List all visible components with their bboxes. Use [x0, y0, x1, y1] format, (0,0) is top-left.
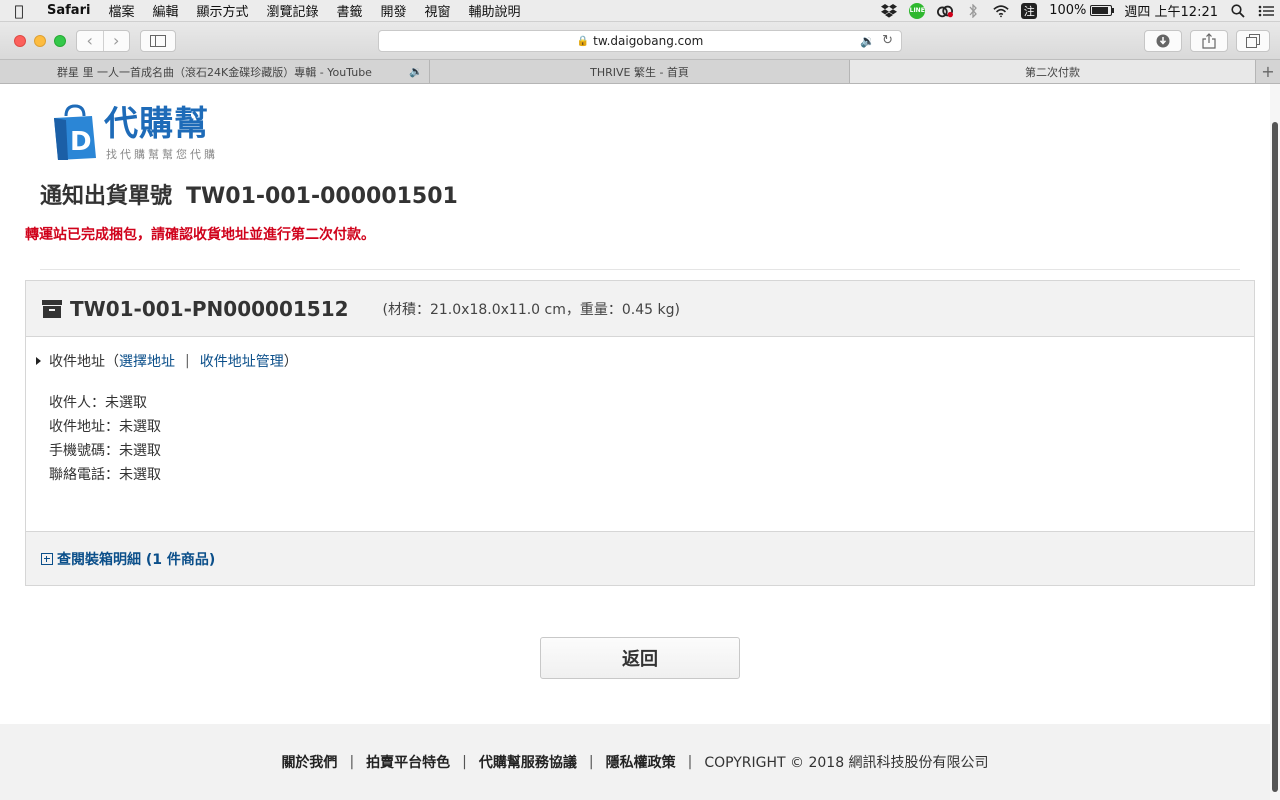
tab-youtube[interactable]: 群星 里 一人一首成名曲（滾石24K金碟珍藏版）專輯 - YouTube 🔉: [0, 60, 430, 83]
window-fullscreen-button[interactable]: [54, 35, 66, 47]
back-button[interactable]: 返回: [540, 637, 740, 679]
order-number: TW01-001-000001501: [186, 184, 458, 209]
sidebar-toggle-button[interactable]: [140, 30, 176, 52]
address-label-close: ）: [283, 354, 298, 370]
link-separator: |: [185, 353, 190, 369]
package-dimensions: (材積：21.0x18.0x11.0 cm，重量：0.45 kg): [382, 301, 680, 318]
tab-title: THRIVE 繁生 - 首頁: [590, 65, 689, 79]
menu-view[interactable]: 顯示方式: [187, 1, 257, 20]
battery-fill: [1092, 7, 1109, 14]
divider: [40, 269, 1240, 270]
menu-bookmarks[interactable]: 書籤: [328, 1, 372, 20]
tabs-overview-icon: [1246, 34, 1260, 48]
address-label: 收件地址（: [49, 354, 119, 370]
footer-separator: |: [349, 754, 355, 770]
window-close-button[interactable]: [14, 35, 26, 47]
downloads-button[interactable]: [1144, 30, 1182, 52]
shipping-address-toggle[interactable]: 收件地址（ 選擇地址 | 收件地址管理 ）: [36, 351, 298, 371]
creative-cloud-icon[interactable]: [937, 4, 954, 18]
page-scrollbar[interactable]: [1270, 84, 1280, 800]
back-nav-icon[interactable]: ‹: [77, 31, 104, 51]
site-footer: 關於我們 | 拍賣平台特色 | 代購幫服務協議 | 隱私權政策 | COPYRI…: [0, 724, 1270, 800]
title-label: 通知出貨單號: [40, 184, 173, 209]
spotlight-search-icon[interactable]: [1230, 3, 1246, 18]
nav-buttons: ‹ ›: [76, 30, 130, 52]
address-fields: 收件人：未選取 收件地址：未選取 手機號碼：未選取 聯絡電話：未選取: [49, 391, 161, 487]
page-title: 通知出貨單號 TW01-001-000001501: [40, 178, 458, 210]
site-logo[interactable]: D 代購幫 找代購幫幫您代購: [52, 100, 232, 162]
new-tab-button[interactable]: +: [1256, 60, 1280, 83]
package-panel: TW01-001-PN000001512 (材積：21.0x18.0x11.0 …: [25, 280, 1255, 586]
footer-link-about[interactable]: 關於我們: [281, 752, 337, 772]
menu-file[interactable]: 檔案: [99, 1, 143, 20]
address-bar[interactable]: 🔒 tw.daigobang.com 🔉 ↻: [378, 30, 902, 52]
macos-menubar:  Safari 檔案 編輯 顯示方式 瀏覽記錄 書籤 開發 視窗 輔助說明 L…: [0, 0, 1280, 22]
logo-name: 代購幫: [104, 104, 209, 144]
address-field: 收件地址：未選取: [49, 419, 161, 435]
audio-playing-icon[interactable]: 🔉: [860, 34, 875, 48]
packing-detail-link[interactable]: 查閱裝箱明細 (1 件商品): [57, 549, 215, 569]
line-app-icon[interactable]: LINE: [909, 2, 926, 19]
menu-edit[interactable]: 編輯: [143, 1, 187, 20]
shopping-bag-logo-icon: D: [54, 104, 96, 160]
window-minimize-button[interactable]: [34, 35, 46, 47]
url-text: tw.daigobang.com: [593, 34, 704, 48]
window-controls: [14, 35, 74, 47]
notification-center-icon[interactable]: [1258, 4, 1274, 18]
download-icon: [1156, 34, 1170, 48]
footer-link-terms[interactable]: 代購幫服務協議: [479, 752, 577, 772]
tab-title: 群星 里 一人一首成名曲（滾石24K金碟珍藏版）專輯 - YouTube: [57, 65, 372, 79]
battery-percent: 100%: [1049, 3, 1087, 18]
footer-link-privacy[interactable]: 隱私權政策: [606, 752, 676, 772]
package-footer: 查閱裝箱明細 (1 件商品): [26, 531, 1254, 585]
tab-audio-icon[interactable]: 🔉: [409, 65, 423, 78]
bluetooth-icon[interactable]: [965, 3, 981, 18]
menu-develop[interactable]: 開發: [372, 1, 416, 20]
share-button[interactable]: [1190, 30, 1228, 52]
expand-plus-icon[interactable]: [41, 552, 53, 565]
wifi-icon[interactable]: [993, 4, 1009, 18]
logo-slogan: 找代購幫幫您代購: [106, 148, 218, 161]
footer-separator: |: [687, 754, 693, 770]
caret-right-icon: [36, 357, 41, 365]
package-number: TW01-001-PN000001512: [70, 296, 349, 321]
tab-second-payment[interactable]: 第二次付款: [850, 60, 1256, 83]
footer-link-features[interactable]: 拍賣平台特色: [366, 752, 450, 772]
forward-nav-icon[interactable]: ›: [104, 31, 130, 51]
mobile-field: 手機號碼：未選取: [49, 443, 161, 459]
menu-window[interactable]: 視窗: [416, 1, 460, 20]
phone-field: 聯絡電話：未選取: [49, 467, 161, 483]
page-content: D 代購幫 找代購幫幫您代購 通知出貨單號 TW01-001-000001501 …: [0, 84, 1270, 800]
select-address-link[interactable]: 選擇地址: [119, 351, 175, 371]
footer-separator: |: [462, 754, 467, 770]
browser-toolbar: ‹ › 🔒 tw.daigobang.com 🔉 ↻: [0, 22, 1280, 60]
scrollbar-thumb[interactable]: [1272, 122, 1278, 792]
manage-address-link[interactable]: 收件地址管理: [200, 351, 284, 371]
share-icon: [1202, 33, 1216, 49]
battery-icon: [1090, 5, 1115, 16]
footer-separator: |: [588, 754, 594, 770]
archive-box-icon: [42, 299, 62, 318]
tab-title: 第二次付款: [1025, 65, 1080, 79]
logo-letter: D: [70, 127, 92, 157]
recipient-field: 收件人：未選取: [49, 395, 147, 411]
copyright-text: COPYRIGHT © 2018 網訊科技股份有限公司: [704, 755, 989, 771]
apple-menu-icon[interactable]: : [0, 2, 38, 20]
battery-indicator[interactable]: 100%: [1049, 3, 1115, 18]
dropbox-icon[interactable]: [881, 3, 898, 18]
menu-app-safari[interactable]: Safari: [38, 3, 99, 18]
menu-help[interactable]: 輔助說明: [460, 1, 530, 20]
input-method-icon[interactable]: 注: [1021, 2, 1038, 19]
show-all-tabs-button[interactable]: [1236, 30, 1270, 52]
lock-icon: 🔒: [576, 35, 590, 47]
clock[interactable]: 週四 上午12:21: [1124, 1, 1218, 20]
sidebar-icon: [150, 35, 166, 47]
tab-thrive[interactable]: THRIVE 繁生 - 首頁: [430, 60, 850, 83]
tab-bar: 群星 里 一人一首成名曲（滾石24K金碟珍藏版）專輯 - YouTube 🔉 T…: [0, 60, 1280, 84]
package-header: TW01-001-PN000001512 (材積：21.0x18.0x11.0 …: [26, 281, 1254, 337]
notice-message: 轉運站已完成捆包，請確認收貨地址並進行第二次付款。: [25, 227, 375, 243]
reload-icon[interactable]: ↻: [882, 33, 893, 48]
menu-history[interactable]: 瀏覽記錄: [257, 1, 327, 20]
